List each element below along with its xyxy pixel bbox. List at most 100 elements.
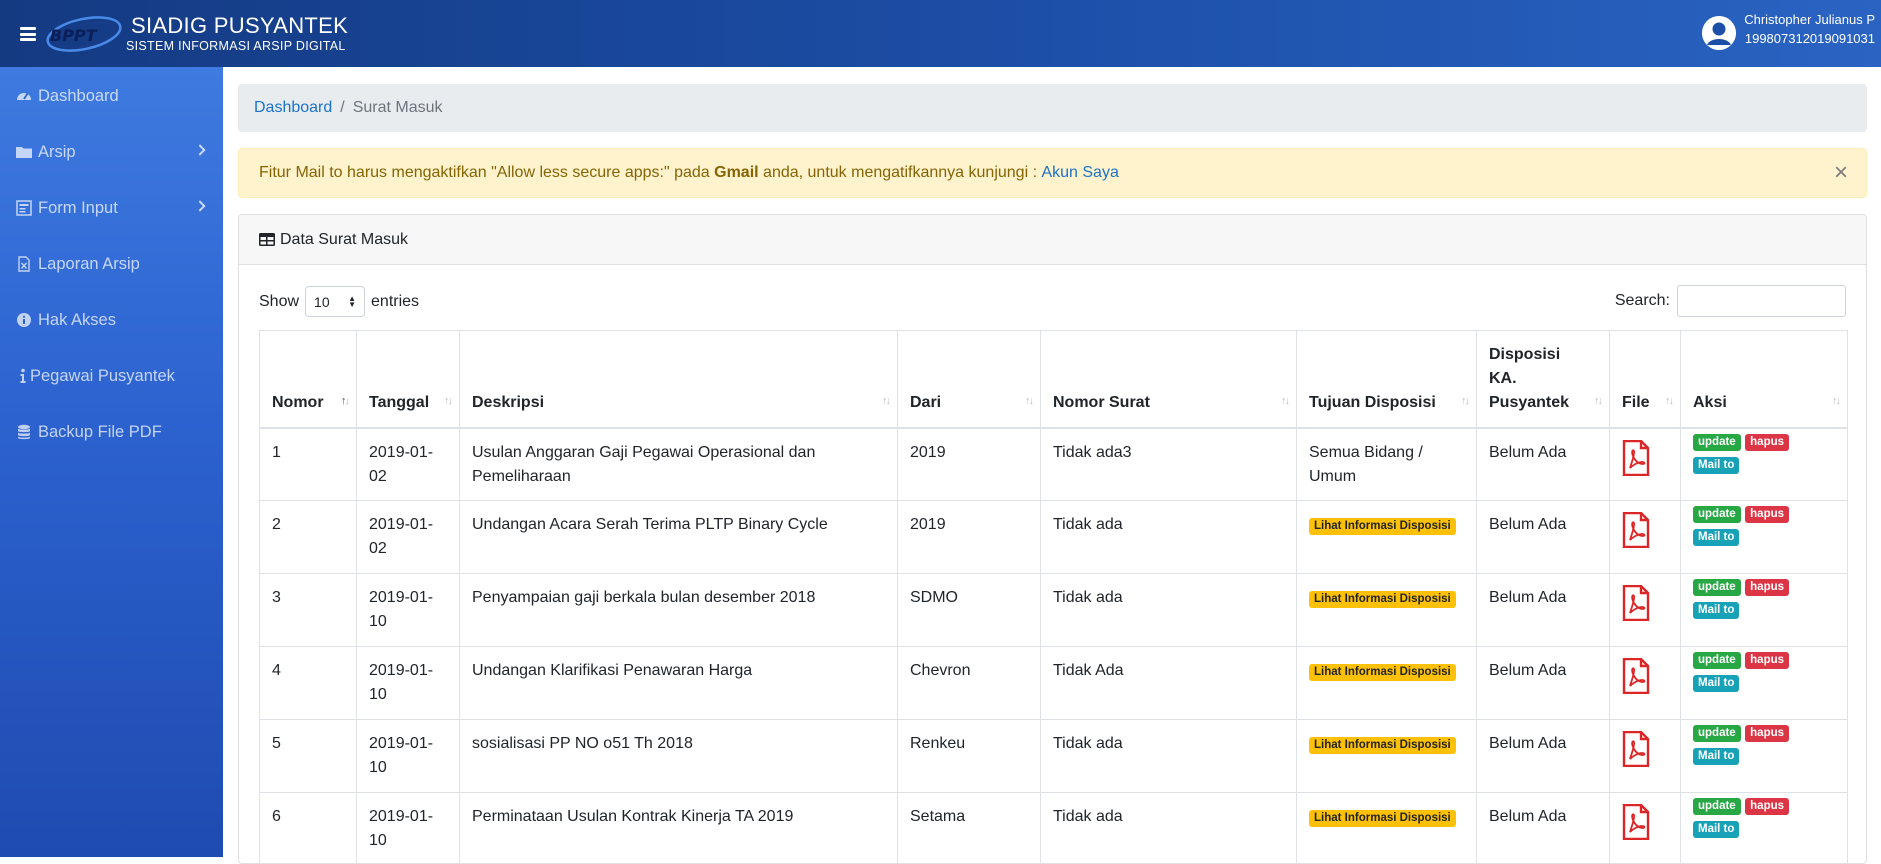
folder-icon: [16, 144, 32, 160]
table-row: 3 2019-01-10 Penyampaian gaji berkala bu…: [260, 574, 1848, 647]
app-title: SIADIG PUSYANTEK: [131, 13, 348, 39]
cell-nomor: 6: [260, 793, 357, 864]
cell-tujuan-disposisi: Lihat Informasi Disposisi: [1297, 720, 1477, 793]
pdf-file-icon[interactable]: [1622, 731, 1650, 767]
hapus-button[interactable]: hapus: [1745, 798, 1789, 815]
lihat-informasi-disposisi-button[interactable]: Lihat Informasi Disposisi: [1309, 810, 1456, 827]
pdf-file-icon[interactable]: [1622, 658, 1650, 694]
sidebar-item-form-input[interactable]: Form Input: [0, 188, 223, 228]
cell-nomor: 1: [260, 428, 357, 501]
cell-nomor-surat: Tidak ada: [1041, 793, 1297, 864]
update-button[interactable]: update: [1693, 652, 1741, 669]
cell-aksi: update hapus Mail to: [1681, 428, 1848, 501]
cell-dari: Setama: [898, 793, 1041, 864]
sidebar-item-hak-akses[interactable]: Hak Akses: [0, 300, 223, 340]
pdf-file-icon[interactable]: [1622, 512, 1650, 548]
cell-dari: Chevron: [898, 647, 1041, 720]
user-avatar-icon[interactable]: [1702, 16, 1736, 50]
update-button[interactable]: update: [1693, 506, 1741, 523]
lihat-informasi-disposisi-button[interactable]: Lihat Informasi Disposisi: [1309, 591, 1456, 608]
cell-deskripsi: Perminataan Usulan Kontrak Kinerja TA 20…: [460, 793, 898, 864]
cell-nomor-surat: Tidak ada: [1041, 574, 1297, 647]
info-icon: [19, 368, 27, 384]
update-button[interactable]: update: [1693, 434, 1741, 451]
sidebar-item-label: Dashboard: [38, 87, 119, 106]
column-header-tanggal[interactable]: Tanggal↑↓: [357, 331, 460, 428]
lihat-informasi-disposisi-button[interactable]: Lihat Informasi Disposisi: [1309, 518, 1456, 535]
table-header-row: Nomor↑↓ Tanggal↑↓ Deskripsi↑↓ Dari↑↓ Nom…: [260, 331, 1848, 428]
column-header-tujuan-disposisi[interactable]: Tujuan Disposisi↑↓: [1297, 331, 1477, 428]
close-icon[interactable]: ×: [1834, 161, 1848, 185]
akun-saya-link[interactable]: Akun Saya: [1041, 164, 1118, 182]
cell-tujuan-disposisi: Lihat Informasi Disposisi: [1297, 501, 1477, 574]
sort-icon: ↑↓: [882, 389, 889, 413]
lihat-informasi-disposisi-button[interactable]: Lihat Informasi Disposisi: [1309, 664, 1456, 681]
pdf-file-icon[interactable]: [1622, 804, 1650, 840]
column-header-dari[interactable]: Dari↑↓: [898, 331, 1041, 428]
breadcrumb-dashboard-link[interactable]: Dashboard: [254, 99, 332, 117]
show-label: Show: [259, 293, 299, 311]
sidebar-item-label: Form Input: [38, 199, 118, 218]
select-arrows-icon: ▲▼: [348, 296, 356, 308]
update-button[interactable]: update: [1693, 579, 1741, 596]
cell-disposisi: Belum Ada: [1477, 647, 1610, 720]
mail-to-button[interactable]: Mail to: [1693, 821, 1739, 838]
column-header-nomor-surat[interactable]: Nomor Surat↑↓: [1041, 331, 1297, 428]
hapus-button[interactable]: hapus: [1745, 725, 1789, 742]
update-button[interactable]: update: [1693, 798, 1741, 815]
user-name: Christopher Julianus P: [1744, 12, 1875, 27]
top-navbar: BPPT SIADIG PUSYANTEK SISTEM INFORMASI A…: [0, 0, 1881, 67]
sort-icon: ↑↓: [1665, 389, 1672, 413]
entries-select[interactable]: 10 ▲▼: [305, 286, 365, 317]
cell-aksi: update hapus Mail to: [1681, 501, 1848, 574]
mail-to-button[interactable]: Mail to: [1693, 457, 1739, 474]
cell-tanggal: 2019-01-10: [357, 793, 460, 864]
info-circle-icon: [16, 312, 32, 328]
sidebar-item-label: Arsip: [38, 143, 76, 162]
lihat-informasi-disposisi-button[interactable]: Lihat Informasi Disposisi: [1309, 737, 1456, 754]
cell-dari: SDMO: [898, 574, 1041, 647]
sidebar-item-label: Backup File PDF: [38, 423, 162, 442]
cell-nomor-surat: Tidak ada: [1041, 720, 1297, 793]
pdf-file-icon[interactable]: [1622, 585, 1650, 621]
column-header-disposisi-ka[interactable]: Disposisi KA. Pusyantek↑↓: [1477, 331, 1610, 428]
cell-tanggal: 2019-01-10: [357, 574, 460, 647]
pdf-file-icon[interactable]: [1622, 440, 1650, 476]
hapus-button[interactable]: hapus: [1745, 652, 1789, 669]
hapus-button[interactable]: hapus: [1745, 506, 1789, 523]
sidebar-item-arsip[interactable]: Arsip: [0, 132, 223, 172]
cell-tujuan-disposisi: Semua Bidang / Umum: [1297, 428, 1477, 501]
mail-to-button[interactable]: Mail to: [1693, 602, 1739, 619]
search-control: Search:: [1615, 285, 1846, 317]
table-row: 4 2019-01-10 Undangan Klarifikasi Penawa…: [260, 647, 1848, 720]
column-header-nomor[interactable]: Nomor↑↓: [260, 331, 357, 428]
update-button[interactable]: update: [1693, 725, 1741, 742]
column-header-file[interactable]: File↑↓: [1610, 331, 1681, 428]
hamburger-menu-icon[interactable]: [20, 27, 36, 41]
sidebar-item-pegawai-pusyantek[interactable]: Pegawai Pusyantek: [0, 356, 223, 396]
table-row: 2 2019-01-02 Undangan Acara Serah Terima…: [260, 501, 1848, 574]
cell-nomor-surat: Tidak ada3: [1041, 428, 1297, 501]
hapus-button[interactable]: hapus: [1745, 434, 1789, 451]
cell-disposisi: Belum Ada: [1477, 501, 1610, 574]
mail-to-button[interactable]: Mail to: [1693, 675, 1739, 692]
cell-tanggal: 2019-01-02: [357, 501, 460, 574]
search-input[interactable]: [1677, 285, 1846, 317]
sidebar-item-laporan-arsip[interactable]: Laporan Arsip: [0, 244, 223, 284]
mail-to-button[interactable]: Mail to: [1693, 748, 1739, 765]
cell-file: [1610, 647, 1681, 720]
cell-file: [1610, 501, 1681, 574]
hapus-button[interactable]: hapus: [1745, 579, 1789, 596]
breadcrumb-separator: /: [340, 99, 344, 117]
column-header-aksi[interactable]: Aksi↑↓: [1681, 331, 1848, 428]
cell-nomor: 5: [260, 720, 357, 793]
column-header-deskripsi[interactable]: Deskripsi↑↓: [460, 331, 898, 428]
excel-file-icon: [16, 256, 32, 272]
sort-icon: ↑↓: [444, 389, 451, 413]
sidebar-item-backup-file-pdf[interactable]: Backup File PDF: [0, 412, 223, 452]
sidebar-item-dashboard[interactable]: Dashboard: [0, 76, 223, 116]
warning-alert: Fitur Mail to harus mengaktifkan "Allow …: [238, 148, 1867, 198]
mail-to-button[interactable]: Mail to: [1693, 529, 1739, 546]
cell-file: [1610, 793, 1681, 864]
cell-tujuan-disposisi: Lihat Informasi Disposisi: [1297, 647, 1477, 720]
